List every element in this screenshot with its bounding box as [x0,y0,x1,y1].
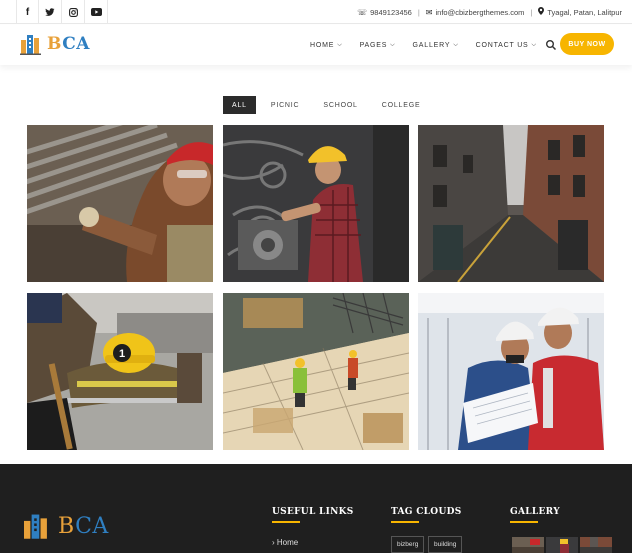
building-logo-icon [20,35,41,55]
tag-clouds-heading: TAG CLOUDS [391,507,462,523]
phone-icon: ☏ [357,7,368,17]
nav-item-contact[interactable]: CONTACT US ⌵ [476,42,537,49]
envelope-icon: ✉ [425,7,433,17]
phone-number[interactable]: 9849123456 [370,8,412,17]
useful-links-heading: USEFUL LINKS [272,507,354,523]
chevron-down-icon: ⌵ [390,41,396,48]
top-bar: f ☏ 9849123456 | ✉ info@cbizbergthemes.c… [0,0,632,24]
divider: | [530,7,533,17]
nav-item-gallery[interactable]: GALLERY ⌵ [413,42,459,49]
twitter-icon[interactable] [39,0,62,24]
gallery-image[interactable] [418,293,604,450]
chevron-down-icon: ⌵ [531,41,537,48]
footer-gallery-thumb[interactable] [512,537,544,553]
gallery-image[interactable] [223,125,409,282]
footer-gallery-thumb[interactable] [546,537,578,553]
svg-text:1: 1 [119,348,125,360]
filter-school[interactable]: SCHOOL [314,96,366,114]
facebook-icon[interactable]: f [16,0,39,24]
youtube-icon[interactable] [85,0,108,24]
chevron-down-icon: ⌵ [453,41,459,48]
chevron-right-icon: › [272,538,275,547]
filter-all[interactable]: ALL [223,96,256,114]
nav-item-home[interactable]: HOME ⌵ [310,42,343,49]
footer-logo-text: BCA [58,513,109,539]
tag-bizberg[interactable]: bizberg [391,536,425,553]
gallery-filters: ALL PICNIC SCHOOL COLLEGE [223,96,435,114]
footer-link-home[interactable]: › Home [272,538,298,547]
email-address[interactable]: info@cbizbergthemes.com [436,8,525,17]
search-icon[interactable] [545,39,557,51]
logo-text: BCA [47,34,90,54]
footer-gallery-heading: GALLERY [510,507,560,523]
divider: | [417,7,420,17]
main-nav: HOME ⌵ PAGES ⌵ GALLERY ⌵ CONTACT US ⌵ [310,25,554,65]
buy-now-button[interactable]: BUY NOW [560,33,614,55]
address: Tyagal, Patan, Lalitpur [547,7,622,17]
filter-picnic[interactable]: PICNIC [262,96,309,114]
building-logo-icon [24,514,47,539]
map-pin-icon [538,7,545,17]
gallery-image[interactable] [418,125,604,282]
social-links: f [16,0,108,24]
site-logo[interactable]: BCA [20,33,90,55]
gallery-image[interactable] [223,293,409,450]
footer-gallery-thumb[interactable] [580,537,612,553]
footer-logo[interactable]: BCA [22,512,109,540]
gallery-image[interactable]: 1 [27,293,213,450]
contact-info: ☏ 9849123456 | ✉ info@cbizbergthemes.com… [357,0,622,24]
filter-college[interactable]: COLLEGE [373,96,430,114]
instagram-icon[interactable] [62,0,85,24]
chevron-down-icon: ⌵ [337,41,343,48]
site-header: BCA HOME ⌵ PAGES ⌵ GALLERY ⌵ CONTACT US ⌵ BU… [0,25,632,65]
nav-item-pages[interactable]: PAGES ⌵ [360,42,396,49]
tag-building[interactable]: building [428,536,463,553]
gallery-image[interactable] [27,125,213,282]
